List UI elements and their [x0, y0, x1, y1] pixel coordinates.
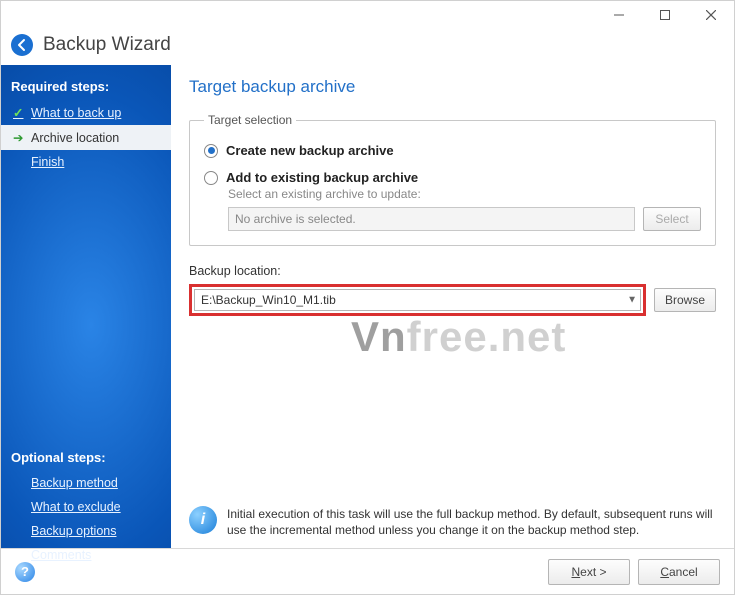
radio-create-new[interactable]: Create new backup archive [204, 143, 701, 158]
info-text: Initial execution of this task will use … [227, 506, 716, 538]
radio-icon [204, 144, 218, 158]
step-label: What to exclude [31, 500, 121, 514]
step-archive-location[interactable]: Archive location [1, 125, 171, 150]
next-button[interactable]: Next > [548, 559, 630, 585]
info-row: i Initial execution of this task will us… [189, 496, 716, 538]
step-comments[interactable]: Comments [1, 543, 171, 567]
watermark: Vnfree.net [351, 313, 566, 361]
titlebar [1, 1, 734, 31]
required-steps-heading: Required steps: [1, 73, 171, 100]
backup-location-row: ▼ Browse [189, 284, 716, 316]
page-title: Target backup archive [189, 77, 716, 97]
step-label: Backup options [31, 524, 116, 538]
step-finish[interactable]: Finish [1, 150, 171, 174]
step-label: What to back up [31, 106, 121, 120]
sidebar: Required steps: What to back up Archive … [1, 65, 171, 548]
radio-label: Create new backup archive [226, 143, 394, 158]
radio-label: Add to existing backup archive [226, 170, 418, 185]
maximize-button[interactable] [642, 1, 688, 29]
add-subtext: Select an existing archive to update: [228, 187, 701, 201]
step-what-to-exclude[interactable]: What to exclude [1, 495, 171, 519]
optional-steps-heading: Optional steps: [1, 444, 171, 471]
back-button[interactable] [11, 34, 33, 56]
target-selection-group: Target selection Create new backup archi… [189, 113, 716, 246]
backup-location-label: Backup location: [189, 264, 716, 278]
main-panel: Target backup archive Target selection C… [171, 65, 734, 548]
step-label: Backup method [31, 476, 118, 490]
window-title: Backup Wizard [43, 34, 171, 56]
radio-add-existing[interactable]: Add to existing backup archive [204, 170, 701, 185]
archive-input [228, 207, 635, 231]
step-what-to-back-up[interactable]: What to back up [1, 100, 171, 125]
group-legend: Target selection [204, 113, 296, 127]
cancel-button[interactable]: Cancel [638, 559, 720, 585]
backup-location-input[interactable] [194, 289, 641, 311]
radio-icon [204, 171, 218, 185]
backup-location-highlight: ▼ [189, 284, 646, 316]
step-label: Comments [31, 548, 91, 562]
header: Backup Wizard [1, 31, 734, 65]
wizard-window: Backup Wizard Required steps: What to ba… [0, 0, 735, 595]
browse-button[interactable]: Browse [654, 288, 716, 312]
body: Required steps: What to back up Archive … [1, 65, 734, 548]
step-backup-method[interactable]: Backup method [1, 471, 171, 495]
step-label: Finish [31, 155, 64, 169]
step-backup-options[interactable]: Backup options [1, 519, 171, 543]
step-label: Archive location [31, 131, 119, 145]
close-button[interactable] [688, 1, 734, 29]
select-button[interactable]: Select [643, 207, 701, 231]
archive-row: Select [228, 207, 701, 231]
info-icon: i [189, 506, 217, 534]
minimize-button[interactable] [596, 1, 642, 29]
